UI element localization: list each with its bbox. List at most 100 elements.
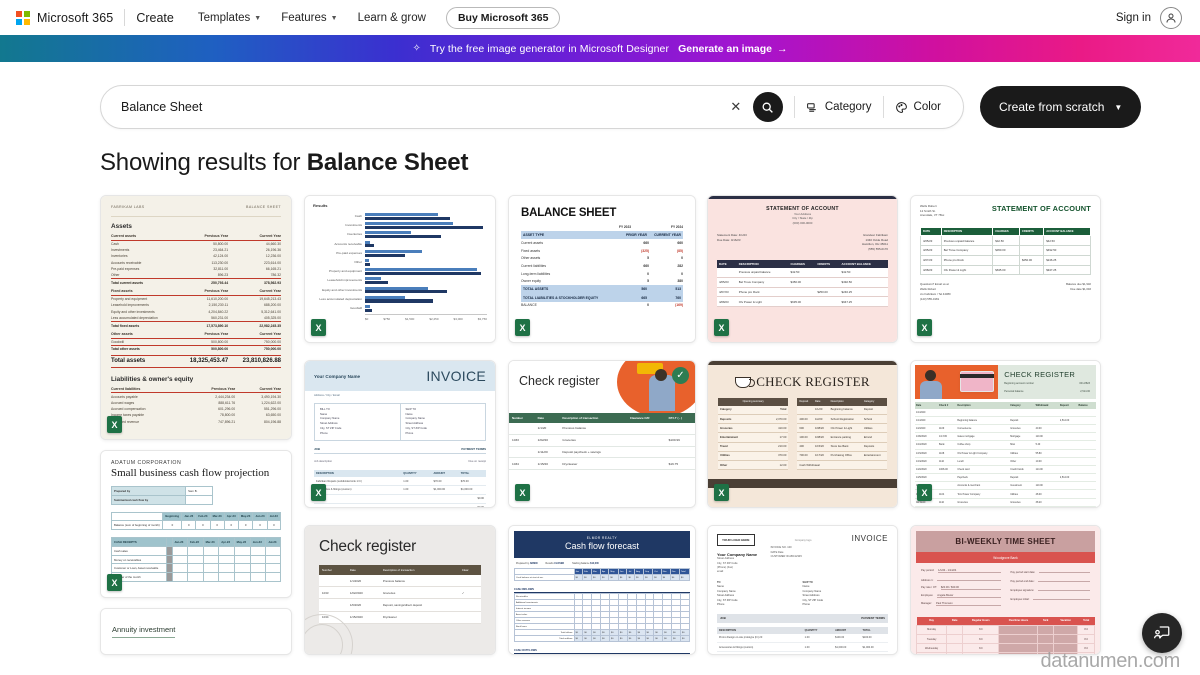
c8-title: Check register xyxy=(519,374,600,388)
table-cell: 1033 xyxy=(509,434,535,447)
field-label: Employee signature: xyxy=(1010,589,1035,592)
c4-meta-left: Statement Date: 4/1/23 Due Date: 4/16/23 xyxy=(717,233,747,252)
field-label: Pay rate / OT: xyxy=(921,586,937,589)
template-card-cash-flow-projection[interactable]: ADATUM CORPORATION Small business cash f… xyxy=(100,450,292,598)
search-input[interactable] xyxy=(101,100,725,114)
table-cell xyxy=(319,598,347,612)
table-cell xyxy=(938,481,957,491)
bar-series-a xyxy=(365,295,406,299)
table-row: 1/1/2020 xyxy=(915,408,1096,417)
nav-item-templates[interactable]: Templates ▼ xyxy=(198,12,261,24)
template-card-cash-flow-forecast[interactable]: ELMOR REALTY Cash flow forecast Prepared… xyxy=(508,525,696,655)
template-card-bar-chart[interactable]: Results Cash Investments Inventories Accoun… xyxy=(304,195,496,343)
table-cell: Other assets xyxy=(521,256,541,261)
table-cell xyxy=(665,423,695,435)
table-cell: Beginning balance xyxy=(828,405,862,415)
template-card-balance-sheet-blue[interactable]: BALANCE SHEET FY 2023 FY 2024 ASSET TYPE… xyxy=(508,195,696,343)
c14-table: Day Date Regular Hours Overtime Hours Sick Va… xyxy=(915,617,1095,654)
table-row: Customer or Loan, Asset receivable xyxy=(111,563,281,574)
table-row: 4/07/23 Phone pro Rock $250.00 $246.25 xyxy=(717,287,888,298)
feedback-icon xyxy=(1154,626,1170,639)
template-card-check-register-green[interactable]: ✓ Check register Number Date Description o… xyxy=(508,360,696,508)
table-cell xyxy=(1077,457,1096,466)
template-card-check-register-gray[interactable]: Check register Number Date Description of … xyxy=(304,525,496,655)
microsoft-logo[interactable]: Microsoft 365 xyxy=(16,10,113,25)
table-cell: Property and equipment xyxy=(111,297,148,302)
template-card-check-register-illustrated[interactable]: CHECK REGISTER Beginning account number 0… xyxy=(910,360,1101,508)
table-cell: 10.00 xyxy=(1034,457,1059,466)
template-card-statement-of-account-green[interactable]: Wells Robert 12 Smith St. Anondale, VT 78x… xyxy=(910,195,1101,343)
table-cell: $0.00 xyxy=(458,494,486,504)
table-cell xyxy=(626,423,666,435)
search-button[interactable] xyxy=(752,92,783,122)
category-label: Category xyxy=(824,101,872,113)
c4-subtitle: Your Address City / State / Zip (000) 000-… xyxy=(717,212,888,225)
table-cell: $0 xyxy=(653,635,664,642)
template-card-invoice-logo[interactable]: YOUR LOGO HERE Company logo INVOICE Your… xyxy=(707,525,898,655)
table-cell xyxy=(788,287,816,298)
table-cell: $1,000.00 xyxy=(833,642,861,653)
table-row: 4/05/23 Bel Trove Company $450.00 $492.50 xyxy=(717,277,888,288)
category-filter-button[interactable]: Category xyxy=(806,101,872,114)
create-from-scratch-button[interactable]: Create from scratch ▼ xyxy=(980,86,1142,128)
column-header: DESCRIPTION xyxy=(314,470,402,478)
table-cell: 114.00 xyxy=(1034,465,1059,475)
table-cell: Cash balance at start of mo. xyxy=(514,574,575,581)
nav-item-learn-grow[interactable]: Learn & grow xyxy=(358,12,426,24)
table-cell: $42.50 xyxy=(992,235,1020,247)
sign-in-link[interactable]: Sign in xyxy=(1116,12,1151,24)
promo-banner[interactable]: ✧ Try the free image generator in Micros… xyxy=(0,35,1200,62)
table-cell: 8.0 xyxy=(962,624,1000,635)
thumbnail: Wells Robert 12 Smith St. Anondale, VT 78x… xyxy=(911,196,1100,342)
c6-meta-table: Prepared by Sam B. Summarized cash flow by xyxy=(110,486,213,505)
table-cell: Monday xyxy=(915,624,948,635)
table-row: Total assets 18,325,453.47 23,810,826.88 xyxy=(111,354,281,368)
table-cell: Goodwill xyxy=(111,339,125,344)
template-card-annuity-investment[interactable]: Annuity investment xyxy=(100,608,292,655)
table-cell: Errand xyxy=(861,432,887,443)
table-cell xyxy=(458,575,481,588)
thumbnail: FABRIKAM LABS BALANCE SHEET Assets Curre… xyxy=(101,196,291,439)
table-cell: 17.00 xyxy=(760,432,789,443)
table-row: 4/07/23 Phone pro Rock $250.00 $246.25 xyxy=(920,254,1091,266)
feedback-button[interactable] xyxy=(1142,613,1182,653)
c13-title: INVOICE xyxy=(851,534,888,543)
column-header: AMOUNT xyxy=(833,626,861,634)
table-cell: 1/6/2020 xyxy=(346,598,380,612)
table-cell: Category xyxy=(718,405,761,415)
account-avatar-icon[interactable] xyxy=(1160,6,1182,29)
table-cell: $70.00 xyxy=(431,477,459,487)
clear-search-icon[interactable]: ✕ xyxy=(725,96,747,118)
template-card-invoice-blue[interactable]: Your Company Name INVOICE Address / City… xyxy=(304,360,496,508)
table-cell xyxy=(233,554,251,565)
template-card-biweekly-time-sheet[interactable]: BI-WEEKLY TIME SHEET Woodgrove Bank Pay … xyxy=(910,525,1101,655)
table-cell: 4/08/23 xyxy=(717,296,737,308)
color-filter-button[interactable]: Color xyxy=(895,101,945,114)
c5-foot-left: Questions? Email us at Wells Robert c/o Fa… xyxy=(920,282,951,301)
column-header: Description xyxy=(956,402,1010,409)
table-cell: $100.99 xyxy=(665,434,695,447)
nav-item-features[interactable]: Features ▼ xyxy=(281,12,337,24)
table-cell: Fixed assets xyxy=(111,288,176,296)
table-cell: Previous balance xyxy=(559,423,627,435)
column-header: ACCOUNT BALANCE xyxy=(839,259,888,269)
search-bar: ✕ Category Color xyxy=(100,85,964,129)
generate-image-cta[interactable]: Generate an image → xyxy=(678,43,787,55)
table-cell: Paycheck xyxy=(956,473,1010,483)
text-line: email xyxy=(717,570,724,574)
column-header: Category xyxy=(861,398,887,406)
template-card-check-register-coffee[interactable]: CHECK REGISTER Opening summary Category T… xyxy=(707,360,898,508)
column-header: Date xyxy=(534,413,560,423)
table-cell: 747,896.21 xyxy=(218,419,236,424)
nav-create-link[interactable]: Create xyxy=(136,11,174,25)
buy-microsoft-365-button[interactable]: Buy Microsoft 365 xyxy=(445,6,561,29)
table-cell xyxy=(1058,489,1078,499)
template-card-statement-of-account-pink[interactable]: STATEMENT OF ACCOUNT Your Address City / … xyxy=(707,195,898,343)
table-cell: 0 xyxy=(162,520,183,531)
microsoft-squares-icon xyxy=(16,10,30,25)
table-cell xyxy=(1077,424,1096,434)
field-row: Address 1: xyxy=(921,577,1001,582)
table-cell xyxy=(1009,408,1035,417)
table-cell xyxy=(1077,449,1096,458)
template-card-balance-sheet-cream[interactable]: FABRIKAM LABS BALANCE SHEET Assets Curre… xyxy=(100,195,292,440)
